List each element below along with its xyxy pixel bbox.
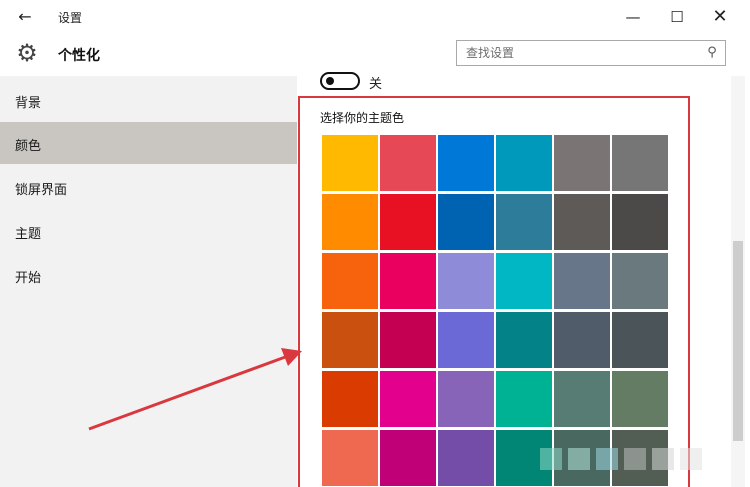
color-swatch[interactable] [554, 135, 610, 191]
sidebar-item-colors[interactable]: 颜色 [0, 122, 297, 164]
toggle-knob [326, 77, 334, 85]
sidebar-item-start[interactable]: 开始 [0, 254, 297, 296]
gear-icon: ⚙ [16, 39, 38, 67]
search-box[interactable]: ⚲ [456, 40, 726, 66]
color-swatch[interactable] [322, 371, 378, 427]
maximize-button[interactable]: ☐ [657, 4, 697, 30]
color-swatch[interactable] [380, 194, 436, 250]
sidebar-item-label: 开始 [15, 271, 42, 286]
window-title: 设置 [58, 11, 83, 25]
color-swatch[interactable] [438, 371, 494, 427]
color-swatch[interactable] [554, 312, 610, 368]
sidebar-item-themes[interactable]: 主题 [0, 210, 297, 252]
color-swatch[interactable] [496, 194, 552, 250]
watermark-glyph [680, 448, 702, 470]
color-swatch[interactable] [612, 253, 668, 309]
toggle-label: 关 [369, 77, 383, 92]
content-pane: 关 选择你的主题色 [297, 72, 748, 487]
color-swatch[interactable] [380, 371, 436, 427]
color-swatch[interactable] [438, 135, 494, 191]
color-swatch[interactable] [438, 430, 494, 486]
close-button[interactable]: ✕ [700, 4, 740, 30]
back-arrow-icon[interactable]: ← [14, 6, 36, 28]
color-swatch[interactable] [612, 135, 668, 191]
toggle-switch[interactable] [320, 72, 360, 90]
color-swatch[interactable] [322, 194, 378, 250]
scrollbar[interactable] [731, 76, 745, 487]
color-swatch[interactable] [380, 253, 436, 309]
watermark-glyph [652, 448, 674, 470]
color-swatch[interactable] [612, 194, 668, 250]
color-swatch[interactable] [554, 371, 610, 427]
sidebar-item-lock-screen[interactable]: 锁屏界面 [0, 166, 297, 208]
sidebar-item-background[interactable]: 背景 [0, 79, 297, 121]
color-swatch[interactable] [612, 371, 668, 427]
accent-color-grid [322, 135, 674, 486]
sidebar: 背景 颜色 锁屏界面 主题 开始 [0, 76, 297, 487]
color-swatch[interactable] [554, 194, 610, 250]
color-swatch[interactable] [496, 312, 552, 368]
color-swatch[interactable] [322, 253, 378, 309]
color-swatch[interactable] [496, 253, 552, 309]
color-swatch[interactable] [380, 312, 436, 368]
color-swatch[interactable] [322, 312, 378, 368]
accent-color-heading: 选择你的主题色 [320, 111, 405, 125]
page-title: 个性化 [58, 48, 100, 64]
color-swatch[interactable] [612, 312, 668, 368]
watermark-glyph [568, 448, 590, 470]
search-input[interactable] [457, 41, 706, 65]
watermark-glyph [596, 448, 618, 470]
color-swatch[interactable] [496, 371, 552, 427]
minimize-button[interactable]: — [613, 4, 653, 30]
title-bar: ← 设置 — ☐ ✕ [0, 0, 748, 34]
sidebar-item-label: 颜色 [15, 139, 42, 154]
color-swatch[interactable] [438, 253, 494, 309]
watermark-glyph [624, 448, 646, 470]
color-swatch[interactable] [554, 253, 610, 309]
color-swatch[interactable] [322, 135, 378, 191]
color-swatch[interactable] [380, 430, 436, 486]
color-swatch[interactable] [380, 135, 436, 191]
sidebar-item-label: 锁屏界面 [15, 183, 68, 198]
color-swatch[interactable] [438, 194, 494, 250]
watermark [540, 440, 740, 480]
watermark-glyph [540, 448, 562, 470]
color-swatch[interactable] [322, 430, 378, 486]
sidebar-item-label: 主题 [15, 227, 42, 242]
color-swatch[interactable] [438, 312, 494, 368]
settings-window: ← 设置 — ☐ ✕ ⚙ 个性化 ⚲ 背景 颜色 锁屏界面 主题 开始 关 [0, 0, 748, 487]
search-icon[interactable]: ⚲ [703, 44, 721, 62]
scrollbar-thumb[interactable] [733, 241, 743, 441]
color-swatch[interactable] [496, 135, 552, 191]
sidebar-item-label: 背景 [15, 96, 42, 111]
